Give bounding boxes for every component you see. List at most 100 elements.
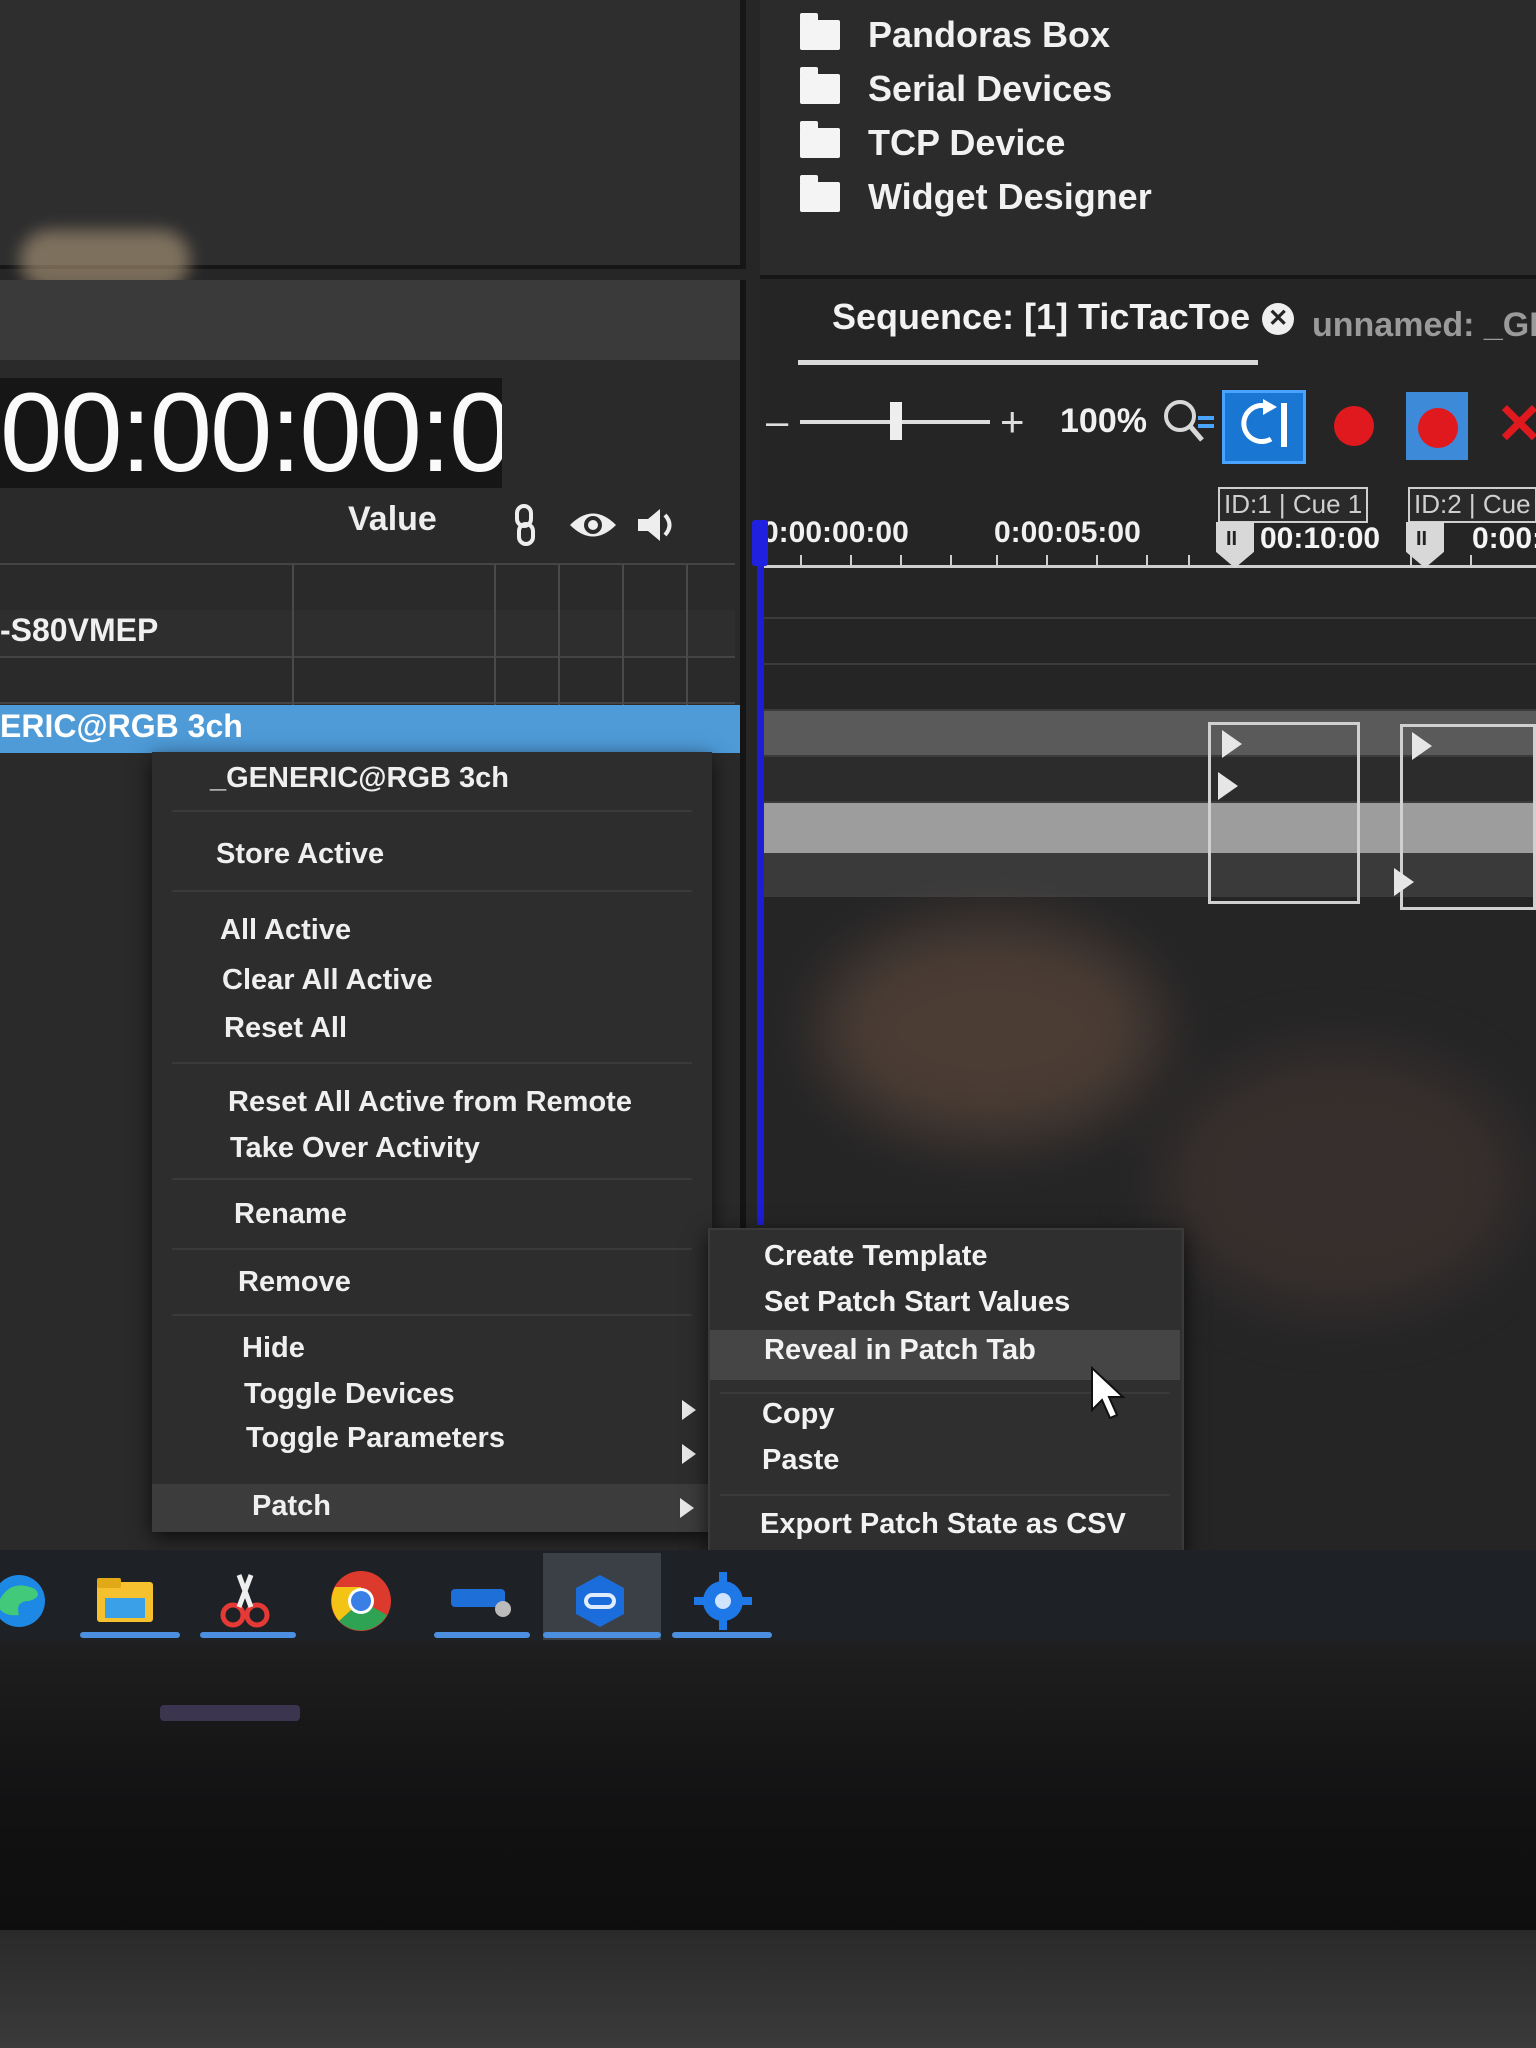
zoom-fit-icon[interactable] (1158, 396, 1214, 446)
file-explorer-icon[interactable] (90, 1566, 160, 1636)
timeline-track[interactable] (764, 619, 1536, 665)
ruler-tick (950, 555, 952, 567)
timeline-track[interactable] (764, 665, 1536, 711)
timecode-display: 00:00:00:00 (0, 378, 502, 488)
library-item-widget-designer[interactable]: Widget Designer (800, 175, 1152, 218)
menu-separator (720, 1494, 1170, 1496)
folder-icon (800, 67, 840, 104)
grid-divider (686, 565, 688, 705)
keyframe-arrow-icon[interactable] (1222, 730, 1242, 758)
menu-separator (172, 1178, 692, 1180)
top-left-panel (0, 0, 746, 269)
submenu-item-export-patch-state-csv[interactable]: Export Patch State as CSV (760, 1508, 1126, 1541)
cue-2-label[interactable]: ID:2 | Cue (1408, 487, 1536, 523)
menu-item-reset-all[interactable]: Reset All (224, 1012, 347, 1045)
library-item-label: TCP Device (868, 122, 1066, 163)
menu-item-toggle-parameters[interactable]: Toggle Parameters (246, 1422, 505, 1455)
menu-separator (172, 1248, 692, 1250)
ruler-tick (1410, 555, 1412, 567)
menu-item-all-active[interactable]: All Active (220, 914, 351, 947)
submenu-item-copy[interactable]: Copy (762, 1398, 835, 1431)
table-row (0, 563, 735, 565)
folder-icon (800, 121, 840, 158)
zoom-in-icon[interactable]: + (1000, 398, 1025, 446)
grid-divider (622, 565, 624, 705)
menu-item-reset-all-active-from-remote[interactable]: Reset All Active from Remote (228, 1086, 632, 1119)
speaker-icon[interactable] (636, 505, 676, 545)
keyframe-arrow-icon[interactable] (1394, 868, 1414, 896)
menu-item-patch[interactable]: Patch (252, 1490, 331, 1523)
chrome-icon[interactable] (326, 1566, 396, 1636)
snipping-tool-icon[interactable] (210, 1566, 280, 1636)
cue-1-time: 00:10:00 (1260, 522, 1381, 555)
menu-item-take-over-activity[interactable]: Take Over Activity (230, 1132, 480, 1165)
value-column-header: Value (348, 500, 437, 538)
tab-unnamed[interactable]: unnamed: _GE (1312, 306, 1536, 345)
cue-2-time: 0:00: (1472, 522, 1536, 555)
tab-sequence[interactable]: Sequence: [1] TicTacToe ✕ (832, 296, 1295, 338)
mouse-cursor-icon (1090, 1365, 1130, 1422)
settings-gear-app-icon[interactable] (688, 1566, 758, 1636)
record-icon[interactable] (1334, 406, 1374, 446)
menu-item-toggle-devices[interactable]: Toggle Devices (244, 1378, 455, 1411)
zoom-out-icon[interactable]: – (766, 400, 788, 445)
timeline-ruler[interactable] (760, 565, 1536, 568)
menu-separator (172, 1314, 692, 1316)
keyframe-arrow-icon[interactable] (1218, 772, 1238, 800)
grid-divider (292, 565, 294, 705)
library-item-label: Pandoras Box (868, 14, 1111, 55)
timeline-track[interactable] (764, 575, 1536, 619)
cue-1-label[interactable]: ID:1 | Cue 1 (1218, 487, 1369, 523)
table-row[interactable] (0, 656, 735, 704)
playhead-handle[interactable] (752, 520, 768, 566)
clear-x-icon[interactable]: ✕ (1496, 396, 1536, 452)
visibility-eye-icon[interactable] (568, 505, 618, 545)
submenu-item-set-patch-start-values[interactable]: Set Patch Start Values (764, 1286, 1070, 1319)
device-context-menu: _GENERIC@RGB 3ch Store Active All Active… (152, 752, 712, 1532)
library-item-serial-devices[interactable]: Serial Devices (800, 67, 1113, 110)
submenu-item-create-template[interactable]: Create Template (764, 1240, 988, 1273)
zoom-level: 100% (1060, 402, 1147, 440)
library-item-pandoras-box[interactable]: Pandoras Box (800, 13, 1111, 56)
menu-item-patch-highlight (152, 1484, 712, 1532)
device-row-label[interactable]: -S80VMEP (0, 612, 158, 649)
ruler-time: 0:00:05:00 (994, 516, 1141, 549)
folder-icon (800, 13, 840, 50)
close-tab-icon[interactable]: ✕ (1262, 303, 1295, 336)
playhead[interactable] (757, 525, 764, 1225)
tab-sequence-label: Sequence: [1] TicTacToe (832, 296, 1251, 337)
library-panel: Pandoras Box Serial Devices TCP Device W… (760, 0, 1536, 279)
taskbar-running-indicator (672, 1632, 772, 1638)
record-active-icon (1418, 408, 1458, 448)
remote-app-icon[interactable] (446, 1566, 516, 1636)
keyframe-arrow-icon[interactable] (1412, 732, 1432, 760)
menu-item-store-active[interactable]: Store Active (216, 838, 384, 871)
menu-item-rename[interactable]: Rename (234, 1198, 347, 1231)
menu-item-remove[interactable]: Remove (238, 1266, 351, 1299)
menu-separator (172, 1062, 692, 1064)
taskbar-running-indicator (434, 1632, 530, 1638)
folder-icon (800, 175, 840, 212)
menu-item-hide[interactable]: Hide (242, 1332, 305, 1365)
menu-separator (172, 890, 692, 892)
link-icon[interactable] (505, 504, 545, 546)
menu-item-clear-all-active[interactable]: Clear All Active (222, 964, 433, 997)
widget-designer-icon[interactable] (565, 1566, 635, 1636)
devices-panel-header (0, 280, 740, 360)
submenu-item-reveal-in-patch-tab[interactable]: Reveal in Patch Tab (764, 1334, 1036, 1367)
submenu-arrow-icon (682, 1444, 696, 1464)
ruler-tick (900, 555, 902, 567)
submenu-item-paste[interactable]: Paste (762, 1444, 839, 1477)
grid-divider (558, 565, 560, 705)
ruler-tick (1046, 555, 1048, 567)
library-item-label: Serial Devices (868, 68, 1113, 109)
edge-icon[interactable] (0, 1566, 54, 1636)
selected-device-label: ERIC@RGB 3ch (0, 708, 243, 744)
library-item-tcp-device[interactable]: TCP Device (800, 121, 1066, 164)
active-tab-indicator (798, 360, 1258, 365)
submenu-arrow-icon (680, 1498, 694, 1518)
menu-header: _GENERIC@RGB 3ch (210, 762, 510, 794)
loop-toggle-button[interactable] (1222, 390, 1306, 464)
ruler-tick (800, 555, 802, 567)
zoom-slider-handle[interactable] (890, 402, 902, 440)
